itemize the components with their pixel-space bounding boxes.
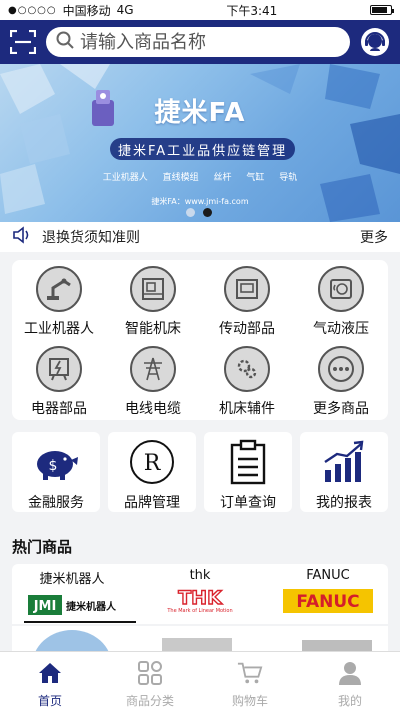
svg-text:The Mark of Linear Motion: The Mark of Linear Motion — [166, 608, 232, 614]
jmi-logo-sub: 捷米机器人 — [66, 601, 116, 613]
svg-text:FANUC: FANUC — [296, 592, 359, 612]
profile-icon — [337, 660, 363, 686]
banner-tag: 直线模组 — [162, 173, 199, 183]
brand-tab-fanuc[interactable]: FANUC FANUC — [268, 568, 388, 613]
tab-label: 商品分类 — [125, 694, 174, 708]
category-item-robot[interactable]: 工业机器人 — [12, 262, 106, 340]
pneumatic-icon — [318, 266, 364, 312]
more-dots-icon — [318, 346, 364, 392]
category-label: 更多商品 — [313, 401, 369, 417]
search-input[interactable] — [80, 31, 340, 53]
brand-name: 捷米机器人 — [39, 572, 105, 587]
banner-tag: 工业机器人 — [102, 173, 148, 183]
service-card-brand[interactable]: R 品牌管理 — [108, 432, 196, 512]
jmi-logo: JMI 捷米机器人 — [12, 593, 132, 617]
svg-text:JMI: JMI — [33, 599, 57, 614]
speaker-icon — [12, 226, 32, 248]
tab-home[interactable]: 首页 — [0, 652, 100, 711]
clipboard-icon — [222, 436, 274, 488]
tab-profile[interactable]: 我的 — [300, 652, 400, 711]
header-bar — [0, 20, 400, 64]
transmission-icon — [224, 266, 270, 312]
category-item-accessories[interactable]: 机床辅件 — [200, 342, 294, 420]
service-card-orders[interactable]: 订单查询 — [204, 432, 292, 512]
battery-icon — [369, 5, 394, 15]
fanuc-logo: FANUC — [268, 589, 388, 613]
search-icon — [56, 31, 74, 53]
thk-logo: THK The Mark of Linear Motion — [140, 588, 260, 614]
brand-name: thk — [189, 568, 211, 583]
carousel-dots[interactable] — [186, 208, 212, 217]
clock: 下午3:41 — [226, 3, 278, 18]
scan-icon[interactable] — [8, 28, 38, 56]
banner-tags: 工业机器人 直线模组 丝杆 气缸 导轨 — [0, 170, 400, 183]
notice-text: 退换货须知准则 — [42, 230, 140, 246]
brand-tab-thk[interactable]: thk THK The Mark of Linear Motion — [140, 568, 260, 614]
banner-tag: 丝杆 — [213, 173, 232, 183]
search-box[interactable] — [46, 27, 350, 57]
signal-dots-icon: ●○○○○ — [8, 4, 57, 16]
piggy-bank-icon: $ — [30, 436, 82, 488]
category-item-transmission[interactable]: 传动部品 — [200, 262, 294, 340]
robot-arm-icon — [36, 266, 82, 312]
active-brand-indicator — [24, 621, 136, 623]
category-item-cable[interactable]: 电线电缆 — [106, 342, 200, 420]
tab-label: 我的 — [337, 694, 362, 708]
category-label: 电线电缆 — [125, 401, 181, 417]
electrical-icon — [36, 346, 82, 392]
brand-tabs: 捷米机器人 JMI 捷米机器人 thk THK The Mark of Linea… — [12, 564, 388, 624]
bar-chart-icon — [318, 436, 370, 488]
category-label: 工业机器人 — [24, 321, 94, 337]
svg-text:R: R — [144, 451, 162, 476]
category-item-machine[interactable]: 智能机床 — [106, 262, 200, 340]
cable-tower-icon — [130, 346, 176, 392]
service-card-finance[interactable]: $ 金融服务 — [12, 432, 100, 512]
cart-icon — [237, 660, 263, 686]
carousel-dot-active[interactable] — [203, 208, 212, 217]
customer-service-icon[interactable] — [358, 25, 392, 59]
category-label: 机床辅件 — [219, 401, 275, 417]
tab-label: 购物车 — [231, 694, 268, 708]
service-card-reports[interactable]: 我的报表 — [300, 432, 388, 512]
bottom-tab-bar: 首页 商品分类 购物车 我的 — [0, 651, 400, 711]
registered-icon: R — [126, 436, 178, 488]
service-label: 金融服务 — [28, 495, 84, 511]
banner-slogan: 捷米FA工业品供应链管理 — [110, 138, 296, 160]
notice-bar[interactable]: 退换货须知准则 更多 — [0, 222, 400, 252]
svg-text:THK: THK — [178, 588, 223, 609]
category-label: 传动部品 — [219, 321, 275, 337]
banner-title: 捷米FA — [154, 98, 246, 128]
service-label: 我的报表 — [316, 495, 372, 511]
tab-label: 首页 — [37, 694, 62, 708]
banner-tag: 导轨 — [279, 173, 298, 183]
category-item-pneumatic[interactable]: 气动液压 — [294, 262, 388, 340]
gears-icon — [224, 346, 270, 392]
category-grid-icon — [137, 660, 163, 686]
category-grid: 工业机器人 智能机床 传动部品 气动液压 电器部品 电线电缆 机床辅件 更多商品 — [12, 260, 388, 420]
status-bar: ●○○○○ 中国移动 4G 下午3:41 — [0, 0, 400, 20]
service-label: 订单查询 — [220, 495, 276, 511]
category-label: 气动液压 — [313, 321, 369, 337]
carousel-dot[interactable] — [186, 208, 195, 217]
machine-tool-icon — [130, 266, 176, 312]
service-label: 品牌管理 — [124, 495, 180, 511]
category-label: 智能机床 — [125, 321, 181, 337]
promo-banner[interactable]: 捷米FA 捷米FA工业品供应链管理 工业机器人 直线模组 丝杆 气缸 导轨 捷米… — [0, 64, 400, 222]
banner-tag: 气缸 — [246, 173, 265, 183]
brand-name: FANUC — [306, 568, 350, 583]
tab-categories[interactable]: 商品分类 — [100, 652, 200, 711]
network-label: 4G — [116, 3, 134, 17]
category-item-more[interactable]: 更多商品 — [294, 342, 388, 420]
category-label: 电器部品 — [31, 401, 87, 417]
banner-url: 捷米FA：www.jmi-fa.com — [151, 197, 249, 206]
svg-text:$: $ — [49, 458, 58, 474]
tab-cart[interactable]: 购物车 — [200, 652, 300, 711]
brand-tab-jmi[interactable]: 捷米机器人 JMI 捷米机器人 — [12, 568, 132, 617]
home-icon — [37, 660, 63, 686]
category-item-electrical[interactable]: 电器部品 — [12, 342, 106, 420]
hot-products-title: 热门商品 — [12, 538, 73, 556]
notice-more-link[interactable]: 更多 — [360, 227, 388, 247]
carrier-label: 中国移动 — [62, 3, 111, 18]
